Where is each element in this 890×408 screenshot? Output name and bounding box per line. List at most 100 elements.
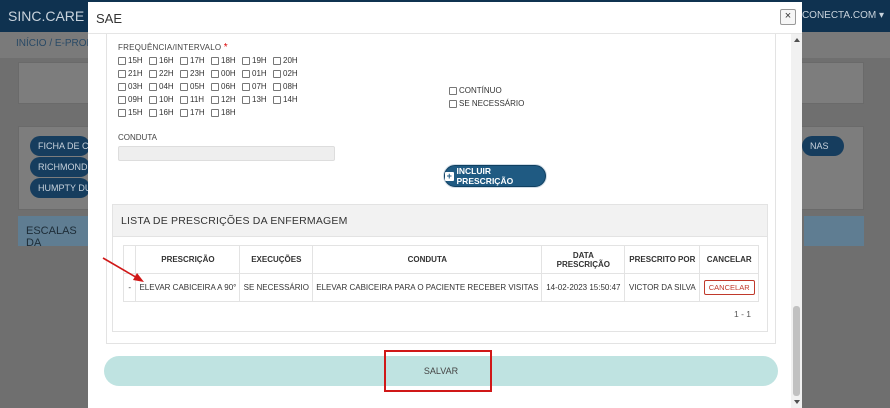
hour-option[interactable]: 16H xyxy=(149,106,180,119)
hour-option[interactable]: 02H xyxy=(273,67,304,80)
cell-execucoes-link[interactable]: SE NECESSÁRIO xyxy=(239,273,314,302)
hour-checkbox[interactable] xyxy=(149,69,157,78)
hour-option[interactable]: 04H xyxy=(149,80,180,93)
conduta-field[interactable] xyxy=(118,146,335,161)
hour-option[interactable]: 09H xyxy=(118,93,149,106)
se-necessario-option[interactable]: SE NECESSÁRIO xyxy=(449,97,524,110)
hour-checkbox[interactable] xyxy=(149,108,157,117)
hour-checkbox[interactable] xyxy=(211,82,219,91)
hour-label: 15H xyxy=(128,108,143,117)
hour-checkbox[interactable] xyxy=(149,95,157,104)
hour-label: 06H xyxy=(221,82,236,91)
hour-option[interactable]: 21H xyxy=(118,67,149,80)
hour-option[interactable]: 18H xyxy=(211,54,242,67)
hour-option[interactable]: 17H xyxy=(180,106,211,119)
hour-option[interactable]: 13H xyxy=(242,93,273,106)
hour-label: 02H xyxy=(283,69,298,78)
column-header: PRESCRIÇÃO xyxy=(135,245,241,274)
hour-checkbox[interactable] xyxy=(273,95,281,104)
hour-option[interactable]: 10H xyxy=(149,93,180,106)
frequencia-row: 03H 04H 05H 06H 07H 08H xyxy=(118,80,318,93)
hour-checkbox[interactable] xyxy=(118,108,126,117)
hour-option[interactable]: 15H xyxy=(118,54,149,67)
frequencia-label: FREQUÊNCIA/INTERVALO * xyxy=(118,42,228,53)
scroll-down-icon[interactable] xyxy=(794,400,800,404)
hour-label: 22H xyxy=(159,69,174,78)
hour-label: 17H xyxy=(190,56,205,65)
hour-checkbox[interactable] xyxy=(180,69,188,78)
hour-option[interactable]: 05H xyxy=(180,80,211,93)
hour-checkbox[interactable] xyxy=(242,95,250,104)
hour-checkbox[interactable] xyxy=(242,56,250,65)
hour-checkbox[interactable] xyxy=(180,95,188,104)
hour-label: 04H xyxy=(159,82,174,91)
hour-checkbox[interactable] xyxy=(118,69,126,78)
hour-checkbox[interactable] xyxy=(273,82,281,91)
hour-checkbox[interactable] xyxy=(242,82,250,91)
scroll-thumb[interactable] xyxy=(793,306,800,396)
hour-option[interactable]: 07H xyxy=(242,80,273,93)
hour-option[interactable]: 18H xyxy=(211,106,242,119)
scroll-up-icon[interactable] xyxy=(794,38,800,42)
escalas-header: ESCALAS DA xyxy=(18,216,88,249)
humpty-button[interactable]: HUMPTY DU xyxy=(30,178,90,198)
hour-label: 16H xyxy=(159,56,174,65)
hour-checkbox[interactable] xyxy=(180,82,188,91)
hour-label: 05H xyxy=(190,82,205,91)
continuo-checkbox[interactable] xyxy=(449,86,457,95)
incluir-prescricao-button[interactable]: + INCLUIR PRESCRIÇÃO xyxy=(444,165,546,187)
hour-option[interactable]: 00H xyxy=(211,67,242,80)
frequencia-checkbox-grid: 15H 16H 17H 18H 19H 20H 21H 22H 23H 00H 01H 02H 03H 0… xyxy=(118,54,318,119)
hour-checkbox[interactable] xyxy=(211,56,219,65)
hour-option[interactable]: 08H xyxy=(273,80,304,93)
hour-checkbox[interactable] xyxy=(118,56,126,65)
hour-option[interactable]: 16H xyxy=(149,54,180,67)
hour-option[interactable]: 17H xyxy=(180,54,211,67)
user-menu[interactable]: NCONECTA.COM ▾ xyxy=(795,10,884,21)
hour-checkbox[interactable] xyxy=(118,82,126,91)
hour-option[interactable]: 01H xyxy=(242,67,273,80)
hour-label: 09H xyxy=(128,95,143,104)
hour-option[interactable]: 12H xyxy=(211,93,242,106)
hour-checkbox[interactable] xyxy=(149,56,157,65)
hour-checkbox[interactable] xyxy=(211,69,219,78)
hour-option[interactable]: 19H xyxy=(242,54,273,67)
hour-option[interactable]: 14H xyxy=(273,93,304,106)
ficha-button[interactable]: FICHA DE C xyxy=(30,136,90,156)
pagination-info: 1 - 1 xyxy=(733,309,751,319)
breadcrumb-text[interactable]: INÍCIO / E-PRON xyxy=(16,38,94,49)
hour-checkbox[interactable] xyxy=(180,108,188,117)
frequencia-label-text: FREQUÊNCIA/INTERVALO xyxy=(118,43,222,52)
richmond-button[interactable]: RICHMOND xyxy=(30,157,90,177)
hour-option[interactable]: 23H xyxy=(180,67,211,80)
close-button[interactable]: × xyxy=(780,9,796,25)
column-header: EXECUÇÕES xyxy=(239,245,314,274)
hour-option[interactable]: 11H xyxy=(180,93,211,106)
hour-checkbox[interactable] xyxy=(118,95,126,104)
sae-modal: SAE × FREQUÊNCIA/INTERVALO * 15H 16H 17H 18… xyxy=(88,2,802,408)
hour-label: 14H xyxy=(283,95,298,104)
cell-prescricao: ELEVAR CABICEIRA A 90° xyxy=(135,273,241,302)
hour-option[interactable]: 15H xyxy=(118,106,149,119)
hour-option[interactable]: 06H xyxy=(211,80,242,93)
hour-option[interactable]: 20H xyxy=(273,54,304,67)
conduta-label: CONDUTA xyxy=(118,133,157,142)
hour-option[interactable]: 22H xyxy=(149,67,180,80)
hour-checkbox[interactable] xyxy=(149,82,157,91)
cancelar-button[interactable]: CANCELAR xyxy=(703,280,755,295)
hour-checkbox[interactable] xyxy=(273,56,281,65)
modal-body: FREQUÊNCIA/INTERVALO * 15H 16H 17H 18H 19H 20… xyxy=(88,34,790,408)
hour-option[interactable]: 03H xyxy=(118,80,149,93)
continuo-option[interactable]: CONTÍNUO xyxy=(449,84,524,97)
se-necessario-checkbox[interactable] xyxy=(449,99,457,108)
column-header: CONDUTA xyxy=(312,245,543,274)
hour-checkbox[interactable] xyxy=(180,56,188,65)
hour-checkbox[interactable] xyxy=(242,69,250,78)
hour-checkbox[interactable] xyxy=(273,69,281,78)
incluir-prescricao-label: INCLUIR PRESCRIÇÃO xyxy=(456,166,514,186)
nas-button[interactable]: NAS xyxy=(802,136,844,156)
hour-checkbox[interactable] xyxy=(211,95,219,104)
hour-label: 18H xyxy=(221,56,236,65)
modal-scrollbar[interactable] xyxy=(791,34,802,408)
hour-checkbox[interactable] xyxy=(211,108,219,117)
